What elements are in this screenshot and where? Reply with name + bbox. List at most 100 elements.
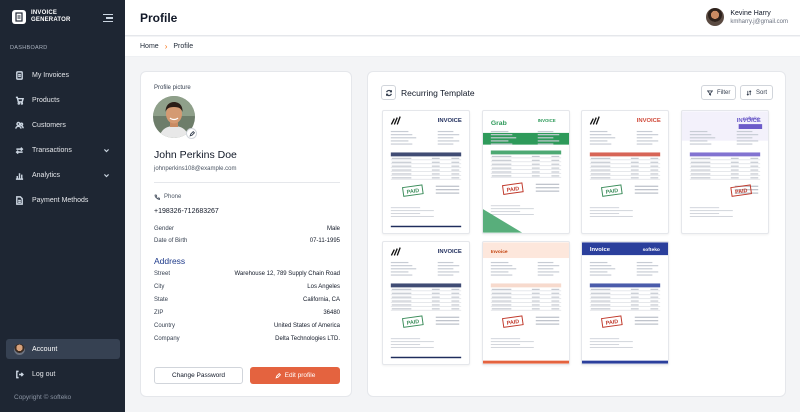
country-value: United States of America — [273, 323, 340, 329]
sort-icon — [746, 89, 752, 96]
gender-row: Gender Male — [154, 226, 340, 232]
sidebar-item-label: My Invoices — [32, 72, 69, 79]
pencil-icon — [188, 130, 195, 137]
template-thumbnail[interactable]: INVOICE PAID — [382, 110, 470, 234]
svg-text:Invoice: Invoice — [590, 247, 611, 253]
sidebar-section-label: DASHBOARD — [10, 45, 48, 51]
user-name: Kevine Harry — [730, 9, 771, 17]
address-title: Address — [154, 256, 186, 266]
page-title: Profile — [140, 11, 178, 25]
phone-label: Phone — [154, 194, 181, 200]
profile-name: John Perkins Doe — [154, 149, 237, 161]
phone-icon — [154, 194, 160, 200]
copyright-text: Copyright © softeko — [14, 394, 72, 401]
divider — [154, 182, 340, 183]
company-label: Company — [154, 336, 180, 342]
sidebar-item-label: Analytics — [32, 172, 61, 179]
state-label: State — [154, 297, 169, 303]
svg-text:softeko: softeko — [643, 247, 660, 253]
breadcrumb: Home › Profile — [125, 37, 800, 57]
logout-button[interactable]: Log out — [6, 364, 120, 384]
chevron-down-icon[interactable] — [103, 147, 110, 154]
zip-value: 36480 — [323, 310, 340, 316]
svg-text:INVOICE: INVOICE — [737, 118, 761, 124]
edit-profile-button[interactable]: Edit profile — [250, 367, 340, 384]
state-row: State California, CA — [154, 297, 340, 303]
company-value: Delta Technologies LTD. — [275, 336, 340, 342]
dob-row: Date of Birth 07-11-1995 — [154, 238, 340, 244]
refresh-icon — [385, 89, 392, 96]
sidebar-item-label: Account — [32, 345, 58, 353]
sidebar-item-label: Payment Methods — [32, 197, 89, 204]
sidebar-item-my-invoices[interactable]: My Invoices — [6, 63, 120, 88]
user-menu[interactable]: Kevine Harry kmharry.j@gmail.com — [706, 8, 788, 26]
sidebar-item-payment-methods[interactable]: Payment Methods — [6, 188, 120, 213]
sidebar-item-account[interactable]: Account — [6, 339, 120, 359]
brand-line-1: INVOICE — [31, 10, 58, 16]
breadcrumb-home[interactable]: Home — [140, 43, 159, 50]
refresh-button[interactable] — [381, 85, 396, 100]
brand-line-2: GENERATOR — [31, 17, 71, 23]
country-label: Country — [154, 323, 176, 329]
avatar — [14, 343, 25, 355]
profile-card: Profile picture John Perkins Doe johnper… — [140, 71, 352, 397]
svg-text:INVOICE: INVOICE — [438, 118, 462, 124]
sidebar-item-label: Customers — [32, 122, 66, 129]
filter-button[interactable]: Filter — [701, 85, 737, 100]
sidebar-item-customers[interactable]: Customers — [6, 113, 120, 138]
chevron-down-icon[interactable] — [103, 172, 110, 179]
profile-phone: +198326-712683267 — [154, 208, 219, 215]
state-value: California, CA — [302, 297, 340, 303]
edit-photo-button[interactable] — [186, 128, 197, 139]
chevron-right-icon: › — [164, 42, 168, 51]
invoice-logo-icon — [12, 10, 26, 24]
city-value: Los Angeles — [307, 284, 340, 290]
profile-picture-label: Profile picture — [154, 85, 191, 91]
template-thumbnail[interactable]: softeko Invoice PAID — [581, 241, 669, 365]
dob-label: Date of Birth — [154, 238, 188, 244]
invoice-icon — [16, 71, 23, 80]
svg-text:INVOICE: INVOICE — [538, 118, 556, 123]
sidebar-item-analytics[interactable]: Analytics — [6, 163, 120, 188]
svg-text:Grab: Grab — [491, 120, 507, 127]
template-thumbnail[interactable]: INVOICE PAID — [382, 241, 470, 365]
street-row: Street Warehouse 12, 789 Supply Chain Ro… — [154, 271, 340, 277]
sidebar-item-products[interactable]: Products — [6, 88, 120, 113]
svg-text:INVOICE: INVOICE — [637, 118, 661, 124]
sidebar-item-transactions[interactable]: Transactions — [6, 138, 120, 163]
svg-text:INVOICE: INVOICE — [438, 249, 462, 255]
sidebar: INVOICE GENERATOR DASHBOARD My Invoices … — [0, 0, 125, 412]
city-label: City — [154, 284, 165, 290]
recurring-template-card: Recurring Template Filter Sort INVOICE PA… — [367, 71, 786, 397]
logout-label: Log out — [32, 370, 56, 378]
street-value: Warehouse 12, 789 Supply Chain Road — [234, 271, 340, 277]
section-title: Recurring Template — [401, 88, 475, 98]
template-thumbnail[interactable]: INVOICE PAID — [581, 110, 669, 234]
avatar — [706, 8, 725, 26]
sidebar-nav: My Invoices Products Customers Transacti… — [6, 63, 120, 213]
sort-button[interactable]: Sort — [740, 85, 774, 100]
users-icon — [15, 121, 24, 129]
menu-toggle-icon[interactable] — [103, 14, 113, 22]
svg-text:Invoice: Invoice — [491, 249, 508, 255]
template-thumbnail[interactable]: softeko INVOICE PAID — [681, 110, 769, 234]
user-email: kmharry.j@gmail.com — [730, 18, 788, 25]
sidebar-item-label: Transactions — [32, 147, 72, 154]
template-thumbnail[interactable]: Invoice PAID — [482, 241, 570, 365]
change-password-button[interactable]: Change Password — [154, 367, 243, 384]
filter-icon — [707, 89, 713, 96]
zip-row: ZIP 36480 — [154, 310, 340, 316]
gender-label: Gender — [154, 226, 175, 232]
zip-label: ZIP — [154, 310, 164, 316]
pencil-icon — [275, 372, 281, 379]
gender-value: Male — [326, 226, 340, 232]
brand-logo[interactable]: INVOICE GENERATOR — [12, 10, 71, 24]
template-thumbnail[interactable]: Grab INVOICE PAID — [482, 110, 570, 234]
city-row: City Los Angeles — [154, 284, 340, 290]
logout-icon — [16, 370, 24, 378]
sidebar-item-label: Products — [32, 97, 60, 104]
cart-icon — [15, 96, 24, 105]
company-row: Company Delta Technologies LTD. — [154, 336, 340, 342]
breadcrumb-current: Profile — [173, 43, 194, 50]
analytics-icon — [15, 173, 24, 180]
